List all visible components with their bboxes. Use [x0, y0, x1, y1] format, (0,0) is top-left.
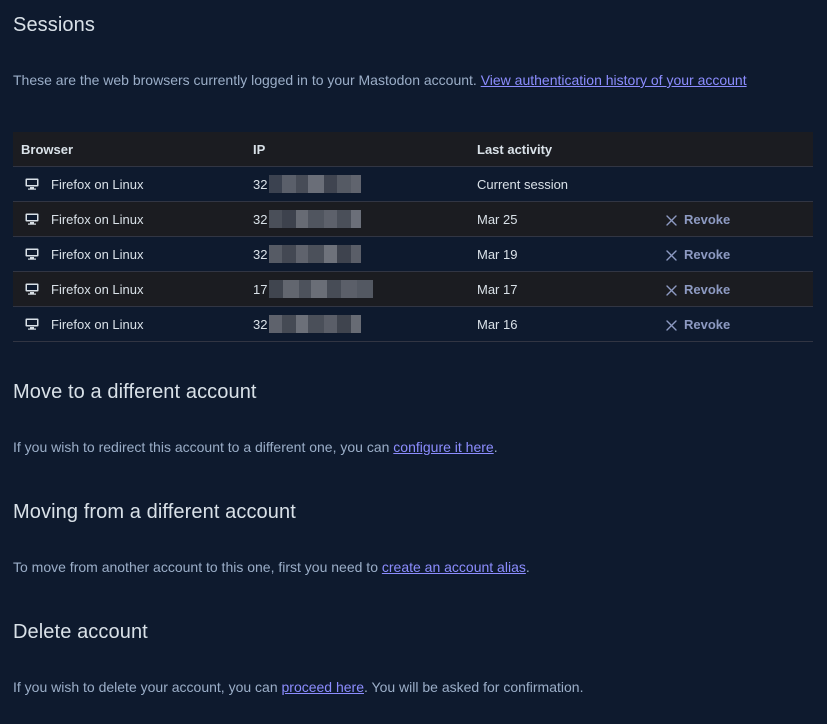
- close-icon: [666, 214, 677, 226]
- moving-from-heading: Moving from a different account: [13, 501, 296, 523]
- browser-label: Firefox on Linux: [51, 176, 144, 192]
- browser-info: Firefox on Linux: [21, 317, 237, 332]
- session-row: Firefox on Linux 32 Mar 19 Revoke: [13, 236, 813, 272]
- delete-account-text-end: . You will be asked for confirmation.: [364, 679, 584, 695]
- session-ip-cell: 17: [245, 271, 469, 307]
- delete-account-description: If you wish to delete your account, you …: [13, 679, 583, 695]
- delete-account-text: If you wish to delete your account, you …: [13, 679, 282, 695]
- column-header-ip: IP: [245, 132, 469, 167]
- revoke-button[interactable]: Revoke: [661, 317, 805, 332]
- session-last-activity: Mar 17: [469, 271, 653, 307]
- move-account-heading: Move to a different account: [13, 381, 257, 403]
- sessions-description: These are the web browsers currently log…: [13, 72, 747, 88]
- sessions-table-body: Firefox on Linux 32 Current session Firefox…: [13, 166, 813, 342]
- session-row: Firefox on Linux 17 Mar 17 Revoke: [13, 271, 813, 307]
- session-browser-cell: Firefox on Linux: [13, 306, 245, 342]
- revoke-label: Revoke: [684, 246, 731, 262]
- session-ip-cell: 32: [245, 166, 469, 202]
- moving-from-description: To move from another account to this one…: [13, 559, 530, 575]
- session-browser-cell: Firefox on Linux: [13, 236, 245, 272]
- ip-redacted-pixels: [269, 315, 362, 333]
- moving-from-text: To move from another account to this one…: [13, 559, 382, 575]
- account-settings-page: Sessions These are the web browsers curr…: [0, 0, 827, 724]
- session-row: Firefox on Linux 32 Mar 16 Revoke: [13, 306, 813, 342]
- ip-prefix: 32: [253, 316, 268, 332]
- session-browser-cell: Firefox on Linux: [13, 166, 245, 202]
- ip-address: 17: [253, 280, 461, 298]
- ip-address: 32: [253, 315, 461, 333]
- desktop-icon: [25, 283, 39, 295]
- browser-label: Firefox on Linux: [51, 211, 144, 227]
- sessions-table: Browser IP Last activity Firefox on Linu…: [13, 132, 813, 342]
- move-account-description: If you wish to redirect this account to …: [13, 439, 498, 455]
- browser-label: Firefox on Linux: [51, 316, 144, 332]
- table-header-row: Browser IP Last activity: [13, 132, 813, 167]
- moving-from-text-end: .: [525, 559, 530, 575]
- delete-account-heading: Delete account: [13, 621, 148, 643]
- browser-label: Firefox on Linux: [51, 281, 144, 297]
- revoke-button[interactable]: Revoke: [661, 212, 805, 227]
- desktop-icon: [25, 248, 39, 260]
- ip-redacted-pixels: [269, 210, 362, 228]
- ip-redacted-pixels: [269, 175, 362, 193]
- browser-info: Firefox on Linux: [21, 177, 237, 192]
- browser-info: Firefox on Linux: [21, 247, 237, 262]
- column-header-actions: [653, 132, 813, 167]
- close-icon: [666, 249, 677, 261]
- session-ip-cell: 32: [245, 201, 469, 237]
- sessions-heading: Sessions: [13, 14, 95, 36]
- revoke-label: Revoke: [684, 316, 731, 332]
- session-browser-cell: Firefox on Linux: [13, 201, 245, 237]
- ip-prefix: 32: [253, 176, 268, 192]
- session-action-cell: Revoke: [653, 236, 813, 272]
- sessions-description-text: These are the web browsers currently log…: [13, 72, 481, 88]
- ip-address: 32: [253, 175, 461, 193]
- revoke-label: Revoke: [684, 281, 731, 297]
- session-last-activity: Mar 25: [469, 201, 653, 237]
- column-header-browser: Browser: [13, 132, 245, 167]
- session-last-activity: Current session: [469, 166, 653, 202]
- session-last-activity: Mar 16: [469, 306, 653, 342]
- browser-label: Firefox on Linux: [51, 246, 144, 262]
- session-action-cell: Revoke: [653, 271, 813, 307]
- session-ip-cell: 32: [245, 306, 469, 342]
- proceed-here-link[interactable]: proceed here: [282, 679, 365, 695]
- ip-prefix: 32: [253, 246, 268, 262]
- ip-redacted-pixels: [269, 245, 362, 263]
- ip-prefix: 17: [253, 281, 268, 297]
- desktop-icon: [25, 318, 39, 330]
- desktop-icon: [25, 213, 39, 225]
- move-account-text: If you wish to redirect this account to …: [13, 439, 394, 455]
- revoke-button[interactable]: Revoke: [661, 247, 805, 262]
- browser-info: Firefox on Linux: [21, 212, 237, 227]
- ip-redacted-pixels: [269, 280, 374, 298]
- session-action-cell: Revoke: [653, 306, 813, 342]
- revoke-button[interactable]: Revoke: [661, 282, 805, 297]
- close-icon: [666, 319, 677, 331]
- session-action-cell: Revoke: [653, 201, 813, 237]
- session-ip-cell: 32: [245, 236, 469, 272]
- session-row: Firefox on Linux 32 Current session: [13, 166, 813, 202]
- revoke-label: Revoke: [684, 211, 731, 227]
- browser-info: Firefox on Linux: [21, 282, 237, 297]
- close-icon: [666, 284, 677, 296]
- authentication-history-link[interactable]: View authentication history of your acco…: [481, 72, 747, 88]
- configure-it-here-link[interactable]: configure it here: [393, 439, 493, 455]
- move-account-text-end: .: [493, 439, 498, 455]
- session-last-activity: Mar 19: [469, 236, 653, 272]
- create-account-alias-link[interactable]: create an account alias: [382, 559, 526, 575]
- session-row: Firefox on Linux 32 Mar 25 Revoke: [13, 201, 813, 237]
- session-browser-cell: Firefox on Linux: [13, 271, 245, 307]
- column-header-last-activity: Last activity: [469, 132, 653, 167]
- ip-address: 32: [253, 210, 461, 228]
- desktop-icon: [25, 178, 39, 190]
- session-action-cell: [653, 166, 813, 202]
- ip-prefix: 32: [253, 211, 268, 227]
- ip-address: 32: [253, 245, 461, 263]
